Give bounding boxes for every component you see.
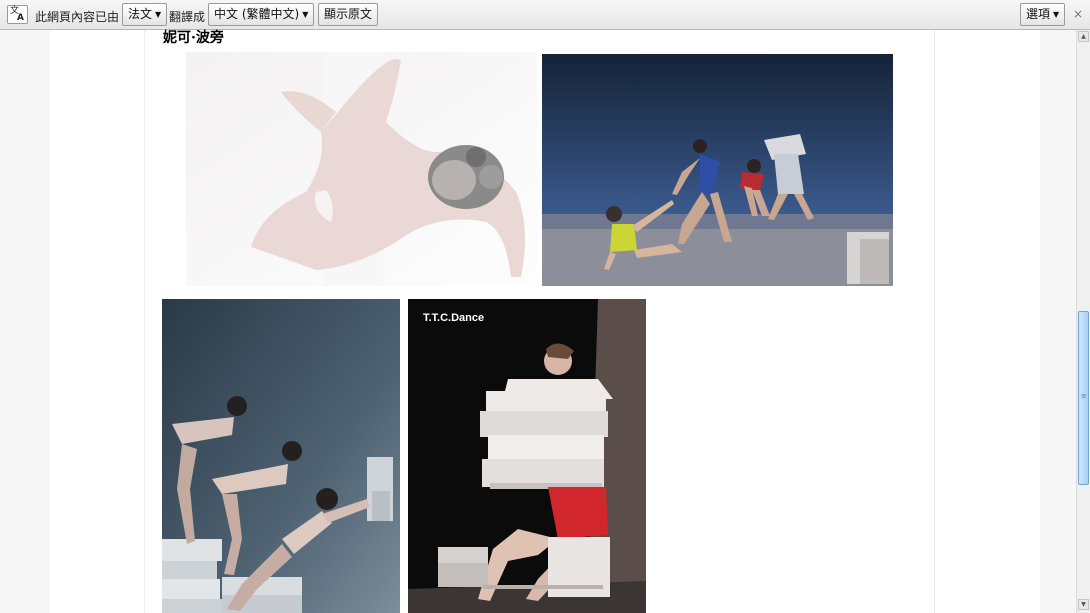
from-language-dropdown[interactable]: 法文 ▼ [122,3,168,26]
show-original-button[interactable]: 顯示原文 [318,3,379,26]
from-language-label: 法文 [128,7,153,21]
dance-photo-1 [186,52,537,286]
show-original-label: 顯示原文 [324,7,373,21]
chevron-down-icon: ▼ [302,10,309,19]
close-icon[interactable]: × [1073,7,1083,21]
scrollbar-grip-icon: ≡ [1081,392,1087,400]
photo-caption: T.T.C.Dance [423,312,485,324]
to-language-dropdown[interactable]: 中文 (繁體中文) ▼ [208,3,315,26]
options-label: 選項 [1026,7,1051,21]
chevron-down-icon: ▼ [155,10,162,19]
translated-to-label: 翻譯成 [169,10,206,24]
article-heading: 妮可·波旁 [163,30,224,46]
dance-photo-3 [162,299,400,613]
translate-bar: 文A 此網頁內容已由 法文 ▼ 翻譯成 中文 (繁體中文) ▼ 顯示原文 選項 ▼ × [0,0,1090,30]
scrollbar-thumb[interactable]: ≡ [1078,311,1089,485]
scroll-down-arrow-icon[interactable]: ▼ [1078,599,1089,610]
options-dropdown[interactable]: 選項 ▼ [1020,3,1066,26]
translate-icon: 文A [7,5,28,24]
translation-message: 此網頁內容已由 [35,10,120,24]
page-margin-right [1040,30,1076,613]
chevron-down-icon: ▼ [1053,10,1060,19]
vertical-scrollbar[interactable]: ▲ ≡ ▼ [1076,30,1090,613]
scroll-up-arrow-icon[interactable]: ▲ [1078,31,1089,42]
dance-photo-2 [542,54,893,286]
to-language-label: 中文 (繁體中文) [214,7,300,21]
page-margin-left [0,30,50,613]
dance-photo-4: T.T.C.Dance [408,299,646,613]
